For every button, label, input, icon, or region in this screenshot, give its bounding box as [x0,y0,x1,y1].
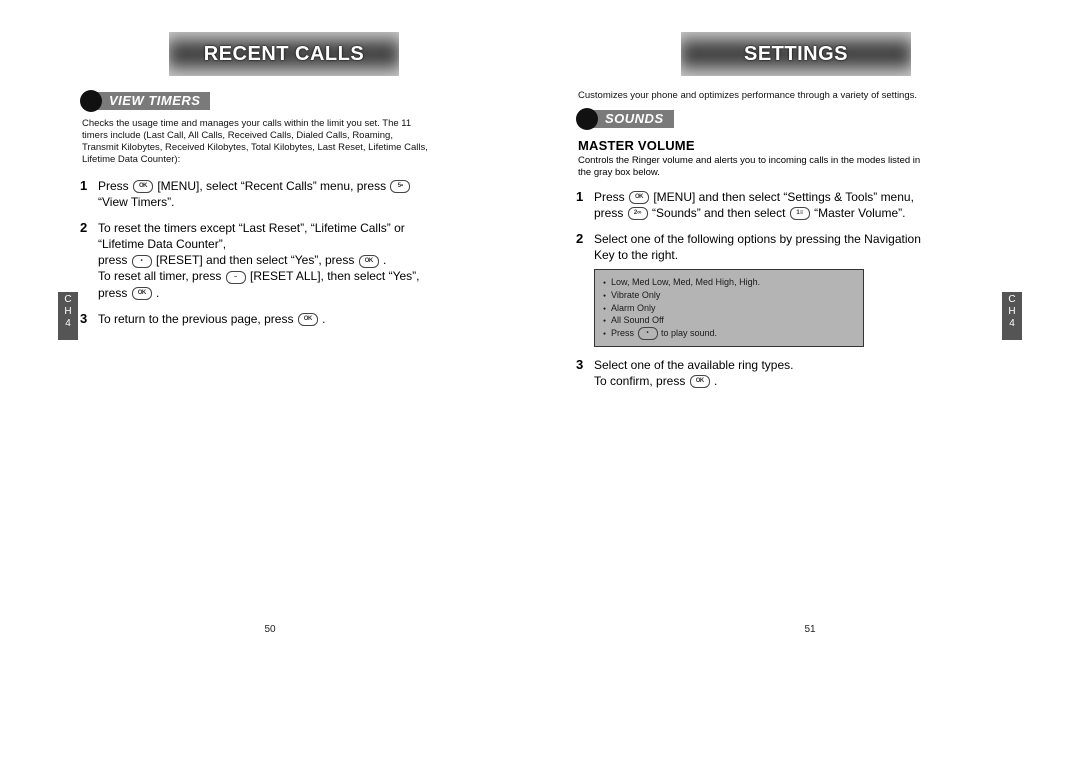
step-body: Select one of the available ring types. … [594,357,793,389]
step: 2 To reset the timers except “Last Reset… [80,220,430,301]
ok-key-icon [298,313,318,326]
page-right: SETTINGS CH 4 Customizes your phone and … [540,0,1080,763]
dot-icon [603,314,611,327]
content-right: Customizes your phone and optimizes perf… [576,90,926,389]
sub-intro: Controls the Ringer volume and alerts yo… [578,155,926,179]
page-number-left: 50 [0,624,540,635]
chapter-number: 4 [1002,318,1022,330]
dot-icon [603,302,611,315]
section-heading-right: SOUNDS [576,108,926,130]
page-number-right: 51 [540,624,1080,635]
subheading: MASTER VOLUME [578,138,926,153]
step-number: 2 [80,220,98,235]
soft-key-icon [638,327,658,340]
dot-icon [603,289,611,302]
step-body: To return to the previous page, press . [98,311,325,327]
step: 1 Press [MENU], select “Recent Calls” me… [80,178,430,210]
header-title-left: RECENT CALLS [204,43,364,66]
option-item: Alarm Only [603,302,855,315]
step-number: 3 [80,311,98,326]
bullet-icon [80,90,102,112]
step-body: Press [MENU], select “Recent Calls” menu… [98,178,430,210]
soft-key-icon [226,271,246,284]
page-left: RECENT CALLS CH 4 VIEW TIMERS Checks the… [0,0,540,763]
one-key-icon [790,207,810,220]
two-key-icon [628,207,648,220]
ok-key-icon [359,255,379,268]
section-label-right: SOUNDS [593,110,674,128]
section-heading-left: VIEW TIMERS [80,90,430,112]
step: 3 Select one of the available ring types… [576,357,926,389]
five-key-icon [390,180,410,193]
options-box: Low, Med Low, Med, Med High, High. Vibra… [594,269,864,347]
content-left: VIEW TIMERS Checks the usage time and ma… [80,90,430,327]
step-number: 1 [80,178,98,193]
ok-key-icon [132,287,152,300]
section-label-left: VIEW TIMERS [97,92,210,110]
chapter-number: 4 [58,318,78,330]
option-item: All Sound Off [603,314,855,327]
ok-key-icon [629,191,649,204]
step-number: 3 [576,357,594,372]
step-number: 2 [576,231,594,246]
chapter-tab-left: CH 4 [58,292,78,340]
intro-text-right: Customizes your phone and optimizes perf… [578,90,926,102]
step-number: 1 [576,189,594,204]
intro-text-left: Checks the usage time and manages your c… [82,118,430,166]
ok-key-icon [690,375,710,388]
step: 3 To return to the previous page, press … [80,311,430,327]
option-item: Press to play sound. [603,327,855,340]
chapter-label: CH [1002,294,1022,318]
step-body: Select one of the following options by p… [594,231,926,263]
header-title-right: SETTINGS [744,43,848,66]
step-body: To reset the timers except “Last Reset”,… [98,220,430,301]
ok-key-icon [133,180,153,193]
chapter-label: CH [58,294,78,318]
dot-icon [603,327,611,340]
soft-key-icon [132,255,152,268]
step-body: Press [MENU] and then select “Settings &… [594,189,926,221]
option-item: Low, Med Low, Med, Med High, High. [603,276,855,289]
step: 1 Press [MENU] and then select “Settings… [576,189,926,221]
step: 2 Select one of the following options by… [576,231,926,263]
page-spread: RECENT CALLS CH 4 VIEW TIMERS Checks the… [0,0,1080,763]
header-tab-left: RECENT CALLS [169,32,399,76]
bullet-icon [576,108,598,130]
chapter-tab-right: CH 4 [1002,292,1022,340]
dot-icon [603,276,611,289]
option-item: Vibrate Only [603,289,855,302]
header-tab-right: SETTINGS [681,32,911,76]
